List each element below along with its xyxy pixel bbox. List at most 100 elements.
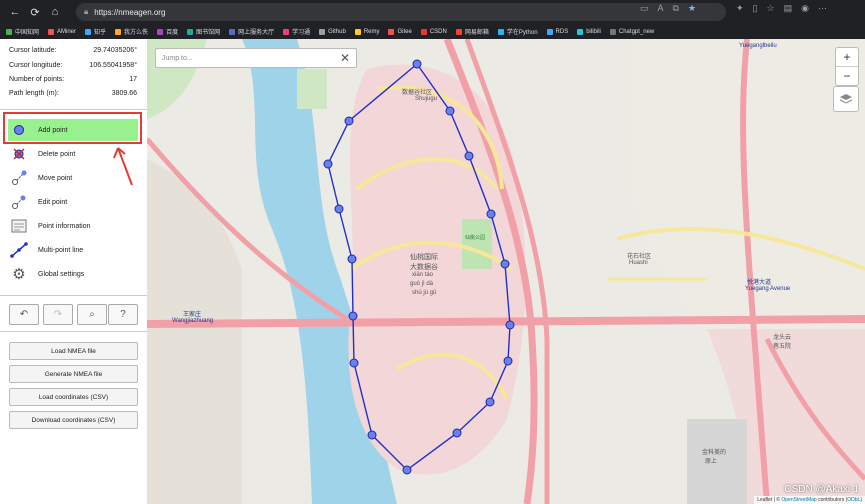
map-label: 原上 xyxy=(705,459,718,465)
route-point-marker[interactable] xyxy=(445,106,455,116)
load-nmea-button[interactable]: Load NMEA file xyxy=(9,342,138,360)
url-text: https://nmeagen.org xyxy=(94,7,166,17)
extensions-icon[interactable]: ⧉ xyxy=(673,3,679,14)
bookmark-item[interactable]: 中国知网 xyxy=(6,27,39,36)
cursor-latitude-row: Cursor latitude: 29.74035206° xyxy=(9,47,137,54)
bookmark-favicon-icon xyxy=(85,28,92,35)
profile-icon[interactable]: ◉ xyxy=(801,3,809,14)
bookmark-item[interactable]: 我方么佚 xyxy=(115,27,148,36)
route-point-marker[interactable] xyxy=(505,320,515,330)
bookmark-favicon-icon xyxy=(115,28,122,35)
load-csv-button[interactable]: Load coordinates (CSV) xyxy=(9,388,138,406)
puzzle-icon[interactable]: ✦ xyxy=(736,3,744,14)
path-length-row: Path length (m): 3809.66 xyxy=(9,90,137,97)
bookmark-item[interactable]: CSDN xyxy=(420,28,447,35)
bookmark-label: Gitee xyxy=(397,28,412,35)
route-point-marker[interactable] xyxy=(402,465,412,475)
route-point-marker[interactable] xyxy=(464,151,474,161)
route-point-marker[interactable] xyxy=(485,397,495,407)
cursor-longitude-label: Cursor longitude: xyxy=(9,62,63,69)
url-bar[interactable]: 🔒︎ https://nmeagen.org xyxy=(76,3,726,21)
zoom-out-button[interactable]: − xyxy=(836,67,858,85)
bookmark-item[interactable]: 网易邮箱 xyxy=(455,27,489,36)
undo-button[interactable]: ↶ xyxy=(9,304,39,325)
points-count-label: Number of points: xyxy=(9,76,65,83)
points-count-row: Number of points: 17 xyxy=(9,76,137,83)
layers-button[interactable] xyxy=(833,86,859,112)
map-attribution: Leaflet | © OpenStreetMap contributors (… xyxy=(754,496,865,504)
route-point-marker[interactable] xyxy=(367,430,377,440)
bookmark-label: AMiner xyxy=(57,28,77,35)
route-point-marker[interactable] xyxy=(348,311,358,321)
split-icon[interactable]: ▯ xyxy=(753,3,758,14)
favorites-icon[interactable]: ☆ xyxy=(767,3,775,14)
bookmark-item[interactable]: 百度 xyxy=(157,27,178,36)
edit-point-tool[interactable]: Edit point xyxy=(8,191,138,213)
help-icon: ? xyxy=(120,309,126,320)
bookmark-favicon-icon xyxy=(388,28,395,35)
bookmark-label: 图书馆网 xyxy=(196,30,221,36)
bookmark-item[interactable]: 网上服务大厅 xyxy=(229,27,274,36)
bookmark-label: 知乎 xyxy=(94,30,107,36)
route-point-marker[interactable] xyxy=(500,259,510,269)
bookmark-item[interactable]: Chatgpt_new xyxy=(609,28,655,35)
bookmark-label: Chatgpt_new xyxy=(618,28,655,35)
bookmark-item[interactable]: 学习通 xyxy=(283,27,310,36)
bookmark-item[interactable]: RDS xyxy=(546,28,568,35)
back-icon[interactable]: ← xyxy=(5,2,25,22)
collections-icon[interactable]: ▤ xyxy=(784,3,793,14)
bookmark-item[interactable]: bilibili xyxy=(577,28,601,35)
zoom-to-fit-button[interactable]: ⌕ xyxy=(77,304,107,325)
bookmark-item[interactable]: Remy xyxy=(354,28,379,35)
bookmark-favicon-icon xyxy=(48,28,55,35)
reload-icon[interactable]: ⟳ xyxy=(25,2,45,22)
bookmark-item[interactable]: AMiner xyxy=(48,28,77,35)
undo-icon: ↶ xyxy=(19,309,29,320)
map-label: 花石社区 xyxy=(627,254,652,260)
generate-nmea-button[interactable]: Generate NMEA file xyxy=(9,365,138,383)
zoom-in-button[interactable]: + xyxy=(836,48,858,66)
route-point-marker[interactable] xyxy=(347,254,357,264)
help-button[interactable]: ? xyxy=(108,304,138,325)
divider xyxy=(0,295,147,296)
bookmark-item[interactable]: 图书馆网 xyxy=(187,27,220,36)
home-icon[interactable]: ⌂ xyxy=(45,2,65,22)
redo-button[interactable]: ↷ xyxy=(43,304,73,325)
bookmark-item[interactable]: 学在Python xyxy=(497,27,538,36)
sidebar: Cursor latitude: 29.74035206° Cursor lon… xyxy=(0,39,148,504)
attribution-suffix: contributors ( xyxy=(816,497,848,503)
bookmark-item[interactable]: 知乎 xyxy=(85,27,106,36)
star-icon[interactable]: ★ xyxy=(688,3,696,14)
bookmark-label: 百度 xyxy=(166,30,179,36)
browser-chrome: ← ⟳ ⌂ 🔒︎ https://nmeagen.org ▭ A ⧉ ★ ✦ ▯… xyxy=(0,0,865,39)
route-point-marker[interactable] xyxy=(344,116,354,126)
route-point-marker[interactable] xyxy=(349,358,359,368)
map-label: 仙桃国际 xyxy=(410,254,438,261)
map-label: 王家庄 xyxy=(183,312,202,318)
route-point-marker[interactable] xyxy=(452,428,462,438)
bookmark-item[interactable]: Gitee xyxy=(388,28,412,35)
font-icon[interactable]: A xyxy=(658,3,664,14)
download-csv-button[interactable]: Download coordinates (CSV) xyxy=(9,411,138,429)
multi-point-line-tool[interactable]: Multi-point line xyxy=(8,239,138,261)
osm-link[interactable]: OpenStreetMap xyxy=(781,497,816,503)
point-information-tool[interactable]: Point information xyxy=(8,215,138,237)
bookmark-item[interactable]: Github xyxy=(319,28,346,35)
edit-point-label: Edit point xyxy=(38,198,68,206)
route-point-marker[interactable] xyxy=(334,204,344,214)
route-point-marker[interactable] xyxy=(323,159,333,169)
delete-point-icon xyxy=(10,145,28,163)
delete-point-label: Delete point xyxy=(38,150,76,158)
route-point-marker[interactable] xyxy=(486,209,496,219)
jump-to-input[interactable]: Jump to... xyxy=(162,55,193,62)
jump-to-search[interactable]: Jump to... ✕ xyxy=(155,48,357,68)
route-point-marker[interactable] xyxy=(412,59,422,69)
reader-icon[interactable]: ▭ xyxy=(640,3,649,14)
map-view[interactable]: 数据谷社区 Shujugu 仙桃国际 大数据谷 xiān táo guó jì … xyxy=(147,39,865,504)
global-settings-tool[interactable]: ⚙ Global settings xyxy=(8,263,138,285)
route-point-marker[interactable] xyxy=(503,356,513,366)
bookmark-favicon-icon xyxy=(187,28,194,35)
more-icon[interactable]: ⋯ xyxy=(818,3,827,14)
odbl-link[interactable]: ODbL xyxy=(847,497,860,503)
close-icon[interactable]: ✕ xyxy=(340,51,350,65)
